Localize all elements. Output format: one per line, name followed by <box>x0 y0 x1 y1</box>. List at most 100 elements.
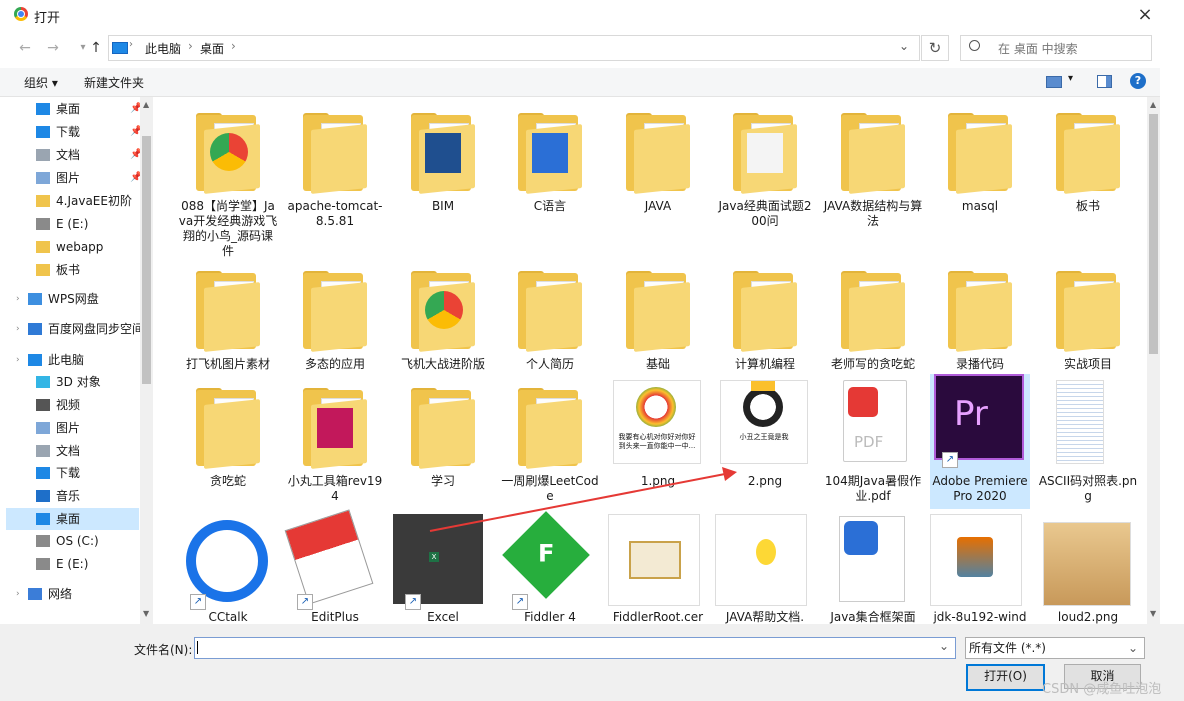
address-bar[interactable]: › 此电脑 › 桌面 › ⌄ <box>108 35 920 61</box>
file-tile[interactable]: 小丑之王竟是我 2.png <box>715 374 815 509</box>
file-tile[interactable]: masql <box>930 99 1030 239</box>
back-button[interactable]: ← <box>14 38 36 58</box>
organize-menu[interactable]: 组织 ▾ <box>24 74 58 91</box>
file-tile[interactable]: 贪吃蛇 <box>178 374 278 509</box>
help-icon[interactable]: ? <box>1130 73 1146 89</box>
desktop-icon <box>36 103 50 115</box>
search-box[interactable]: 在 桌面 中搜索 <box>960 35 1152 61</box>
sidebar-scroll-thumb[interactable] <box>142 136 151 384</box>
file-tile[interactable]: ↗ CCtalk <box>178 516 278 624</box>
chevron-right-icon[interactable]: › <box>16 318 20 340</box>
sidebar-item[interactable]: 板书 <box>6 259 139 281</box>
file-tile[interactable]: X ↗ Excel <box>393 514 493 624</box>
sidebar-item-label: 3D 对象 <box>56 375 101 389</box>
sidebar-item[interactable]: 桌面 <box>6 508 139 530</box>
sidebar-item[interactable]: 文档 <box>6 440 139 462</box>
chevron-down-icon[interactable]: ⌄ <box>899 39 909 53</box>
file-name: CCtalk <box>208 610 248 624</box>
file-tile[interactable]: JAVA <box>608 99 708 239</box>
chevron-right-icon[interactable]: › <box>16 583 20 605</box>
file-tile[interactable]: 板书 <box>1038 99 1138 239</box>
file-list-scroll-thumb[interactable] <box>1149 114 1158 354</box>
new-folder-button[interactable]: 新建文件夹 <box>84 74 144 91</box>
file-name: loud2.png <box>1057 610 1119 624</box>
refresh-button[interactable]: ↻ <box>921 35 949 61</box>
sidebar-item[interactable]: WPS网盘 › <box>6 288 139 310</box>
file-name: C语言 <box>533 199 567 213</box>
file-tile[interactable]: ↗ EditPlus <box>284 509 385 624</box>
sidebar-item[interactable]: 网络 › <box>6 583 139 605</box>
toolbar: 组织 ▾ 新建文件夹 ▾ ? <box>0 68 1160 97</box>
sidebar-item[interactable]: 下载 <box>6 462 139 484</box>
chevron-right-icon[interactable]: › <box>16 349 20 371</box>
pictures-icon <box>36 422 50 434</box>
file-tile[interactable]: JAVA数据结构与算法 <box>823 99 923 239</box>
folder-icon <box>618 109 698 194</box>
sidebar-item[interactable]: 此电脑 › <box>6 349 139 371</box>
sidebar-item[interactable]: 音乐 <box>6 485 139 507</box>
file-tile[interactable]: Java经典面试题200问 <box>715 99 815 239</box>
sidebar-item-label: 图片 <box>56 421 81 435</box>
file-tile[interactable]: 一周刷爆LeetCode <box>500 374 600 509</box>
sidebar-item[interactable]: 3D 对象 <box>6 371 139 393</box>
file-tile[interactable]: loud2.png <box>1038 516 1138 624</box>
file-tile[interactable]: 小丸工具箱rev194 <box>285 374 385 509</box>
file-tile[interactable]: Pr ↗ Adobe Premiere Pro 2020 <box>930 374 1030 509</box>
file-tile[interactable]: 学习 <box>393 374 493 509</box>
file-tile[interactable]: BIM <box>393 99 493 239</box>
file-tile[interactable]: 088【尚学堂】Java开发经典游戏飞翔的小鸟_源码课件 <box>178 99 278 258</box>
sidebar-item[interactable]: E (E:) <box>6 213 139 235</box>
folder-icon <box>295 384 375 469</box>
open-button[interactable]: 打开(O) <box>966 664 1045 691</box>
sidebar-item[interactable]: 下载 📌 <box>6 121 142 143</box>
sidebar-item-label: 文档 <box>56 444 81 458</box>
chevron-right-icon[interactable]: › <box>16 288 20 310</box>
cctalk-icon <box>186 520 268 602</box>
sidebar-item[interactable]: E (E:) <box>6 553 139 575</box>
file-tile[interactable]: C语言 <box>500 99 600 239</box>
sidebar-item[interactable]: 百度网盘同步空间 › <box>6 318 144 340</box>
sidebar-item[interactable]: 图片 <box>6 417 139 439</box>
file-tile[interactable]: PDF 104期Java暑假作业.pdf <box>823 374 923 509</box>
filename-dropdown-icon[interactable]: ⌄ <box>939 639 949 653</box>
filetype-select[interactable]: 所有文件 (*.*) ⌄ <box>965 637 1145 659</box>
sidebar-item-label: 图片 <box>56 171 81 185</box>
shortcut-arrow-icon: ↗ <box>190 594 206 610</box>
file-name: 个人简历 <box>525 357 574 371</box>
sidebar-item-label: 下载 <box>56 466 81 480</box>
view-dropdown-icon[interactable]: ▾ <box>1068 73 1073 84</box>
sidebar-item[interactable]: 4.JavaEE初阶 <box>6 190 139 212</box>
chevron-right-icon: › <box>188 39 193 53</box>
sidebar-item[interactable]: OS (C:) <box>6 530 139 552</box>
folder-icon <box>36 264 50 276</box>
file-tile[interactable]: 我要有心机对你好对你好到头来一直你能中一中... 1.png <box>608 374 708 509</box>
sidebar-item[interactable]: 文档 📌 <box>6 144 142 166</box>
certificate-paper <box>629 541 681 579</box>
network-icon <box>28 588 42 600</box>
file-tile[interactable]: JAVA帮助文档. <box>715 514 815 624</box>
file-tile[interactable]: jdk-8u192-wind <box>930 514 1030 624</box>
file-tile[interactable]: ASCII码对照表.png <box>1038 374 1138 509</box>
sidebar-item[interactable]: 图片 📌 <box>6 167 142 189</box>
close-button[interactable]: × <box>1132 2 1158 28</box>
file-tile[interactable]: F ↗ Fiddler 4 <box>500 511 600 624</box>
meme-caption: 小丑之王竟是我 <box>739 433 789 441</box>
filename-input[interactable]: ⌄ <box>194 637 956 659</box>
preview-pane-icon[interactable] <box>1097 75 1112 88</box>
java-cup-icon <box>957 537 993 577</box>
sidebar-item[interactable]: 桌面 📌 <box>6 98 142 120</box>
file-tile[interactable]: apache-tomcat-8.5.81 <box>285 99 385 239</box>
sidebar-item[interactable]: 视频 <box>6 394 139 416</box>
breadcrumb-this-pc[interactable]: 此电脑 <box>145 40 181 57</box>
folder-icon <box>36 241 50 253</box>
file-tile[interactable]: Java集合框架面 <box>823 516 923 624</box>
forward-button[interactable]: → <box>42 38 64 58</box>
folder-icon <box>403 384 483 469</box>
breadcrumb-desktop[interactable]: 桌面 <box>200 40 224 57</box>
sidebar-item[interactable]: webapp <box>6 236 139 258</box>
sidebar-item-label: E (E:) <box>56 217 89 231</box>
view-mode-icon[interactable] <box>1046 76 1062 88</box>
up-button[interactable]: ↑ <box>85 38 107 58</box>
file-tile[interactable]: FiddlerRoot.cer <box>608 514 708 624</box>
file-name: JAVA数据结构与算法 <box>823 199 923 228</box>
